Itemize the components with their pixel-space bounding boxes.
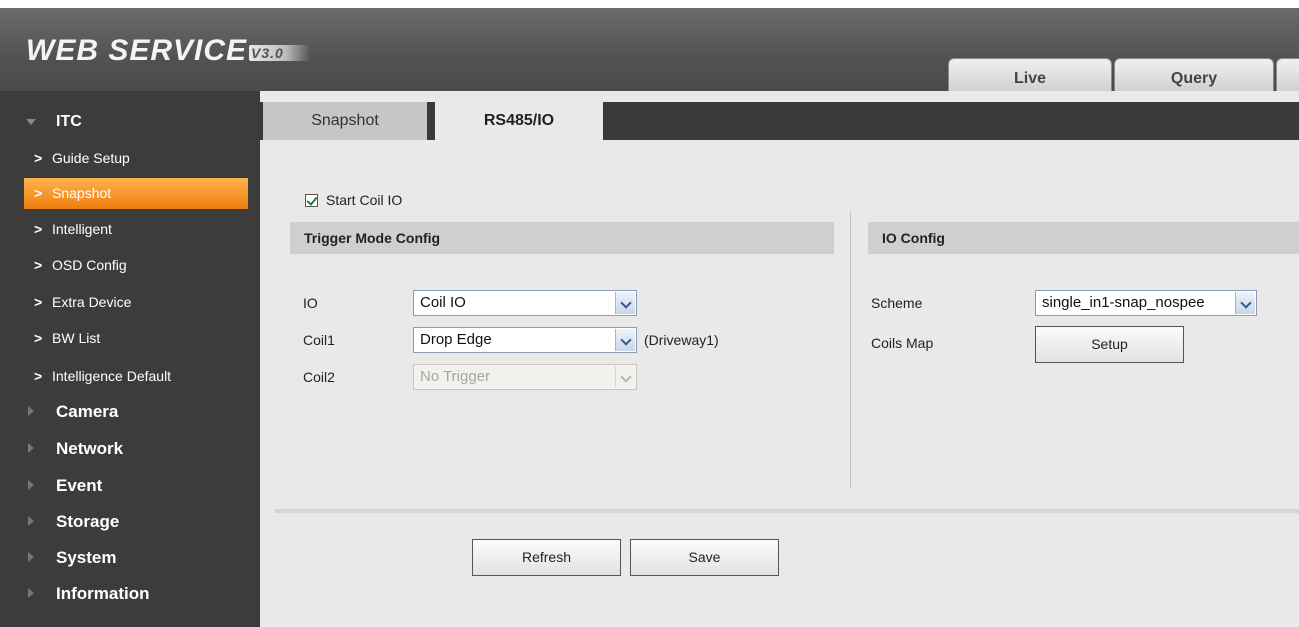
sidebar-section-system[interactable]: System (28, 548, 117, 568)
sidebar-item-bw-list[interactable]: > BW List (24, 323, 248, 354)
sidebar: ITC > Guide Setup > Snapshot > Intelligent … (0, 91, 260, 627)
refresh-button[interactable]: Refresh (472, 539, 621, 576)
form-footer-divider (275, 509, 1299, 513)
coil1-select-value: Drop Edge (420, 331, 492, 348)
sidebar-section-label: Storage (56, 512, 120, 531)
sidebar-item-label: Intelligence Default (52, 368, 172, 384)
scheme-select[interactable]: single_in1-snap_nospee (1035, 290, 1257, 316)
sidebar-section-label: ITC (56, 113, 82, 130)
start-coil-io-label: Start Coil IO (326, 192, 403, 208)
chevron-right-icon: > (34, 294, 43, 310)
collapsed-triangle-icon (28, 480, 34, 490)
chevron-right-icon: > (34, 257, 43, 273)
sidebar-section-label: Camera (56, 402, 119, 421)
subtab-rs485-io[interactable]: RS485/IO (435, 102, 603, 142)
trigger-mode-config-header: Trigger Mode Config (290, 222, 834, 254)
chevron-right-icon: > (34, 150, 43, 166)
chevron-right-icon: > (34, 330, 43, 346)
coil1-driveway-note: (Driveway1) (644, 332, 719, 348)
logo-version: V3.0 (249, 45, 310, 61)
chevron-down-icon (1235, 292, 1255, 314)
start-coil-io-checkbox[interactable] (305, 194, 318, 207)
app-logo: WEB SERVICE V3.0 (26, 34, 310, 68)
coil1-label: Coil1 (303, 332, 335, 348)
sidebar-section-information[interactable]: Information (28, 584, 150, 604)
sidebar-section-label: Event (56, 476, 103, 495)
sidebar-item-intelligent[interactable]: > Intelligent (24, 214, 248, 245)
subtab-bar: Snapshot RS485/IO (260, 102, 1299, 142)
subtab-snapshot[interactable]: Snapshot (263, 102, 427, 140)
coil1-select[interactable]: Drop Edge (413, 327, 637, 353)
coil2-select[interactable]: No Trigger (413, 364, 637, 390)
io-select-value: Coil IO (420, 294, 466, 311)
chevron-down-icon (615, 329, 635, 351)
chevron-right-icon: > (34, 185, 43, 201)
sidebar-section-network[interactable]: Network (28, 439, 124, 459)
sidebar-item-guide-setup[interactable]: > Guide Setup (24, 143, 248, 174)
coil2-select-value: No Trigger (420, 368, 491, 385)
sidebar-section-event[interactable]: Event (28, 476, 103, 496)
collapsed-triangle-icon (28, 588, 34, 598)
logo-text: WEB SERVICE (26, 34, 248, 67)
sidebar-item-label: OSD Config (52, 257, 127, 273)
sidebar-section-label: Information (56, 584, 150, 603)
chevron-right-icon: > (34, 221, 43, 237)
sidebar-item-osd-config[interactable]: > OSD Config (24, 250, 248, 281)
app-header: WEB SERVICE V3.0 Live Query (0, 8, 1299, 99)
expanded-triangle-icon (26, 119, 36, 125)
coils-map-setup-button[interactable]: Setup (1035, 326, 1184, 363)
collapsed-triangle-icon (28, 443, 34, 453)
collapsed-triangle-icon (28, 516, 34, 526)
collapsed-triangle-icon (28, 406, 34, 416)
coils-map-label: Coils Map (871, 335, 934, 351)
sidebar-section-itc[interactable]: ITC (26, 113, 82, 131)
sidebar-item-extra-device[interactable]: > Extra Device (24, 287, 248, 318)
sidebar-item-label: Extra Device (52, 294, 132, 310)
sidebar-section-label: Network (56, 439, 124, 458)
chevron-right-icon: > (34, 368, 43, 384)
sidebar-section-label: System (56, 548, 117, 567)
sidebar-item-label: BW List (52, 330, 101, 346)
sidebar-item-label: Snapshot (52, 185, 112, 201)
sidebar-section-camera[interactable]: Camera (28, 402, 119, 422)
sidebar-section-storage[interactable]: Storage (28, 512, 120, 532)
main-content: Snapshot RS485/IO Start Coil IO Trigger … (260, 91, 1299, 627)
io-label: IO (303, 295, 318, 311)
save-button[interactable]: Save (630, 539, 779, 576)
sidebar-item-snapshot[interactable]: > Snapshot (24, 178, 248, 209)
chevron-down-icon (615, 292, 635, 314)
sidebar-item-intelligence-default[interactable]: > Intelligence Default (24, 361, 248, 392)
scheme-select-value: single_in1-snap_nospee (1042, 294, 1205, 311)
sidebar-item-label: Guide Setup (52, 150, 130, 166)
io-config-header: IO Config (868, 222, 1299, 254)
collapsed-triangle-icon (28, 552, 34, 562)
coil2-label: Coil2 (303, 369, 335, 385)
sidebar-item-label: Intelligent (52, 221, 112, 237)
chevron-down-icon (615, 366, 635, 388)
io-select[interactable]: Coil IO (413, 290, 637, 316)
scheme-label: Scheme (871, 295, 923, 311)
column-divider (850, 211, 851, 488)
